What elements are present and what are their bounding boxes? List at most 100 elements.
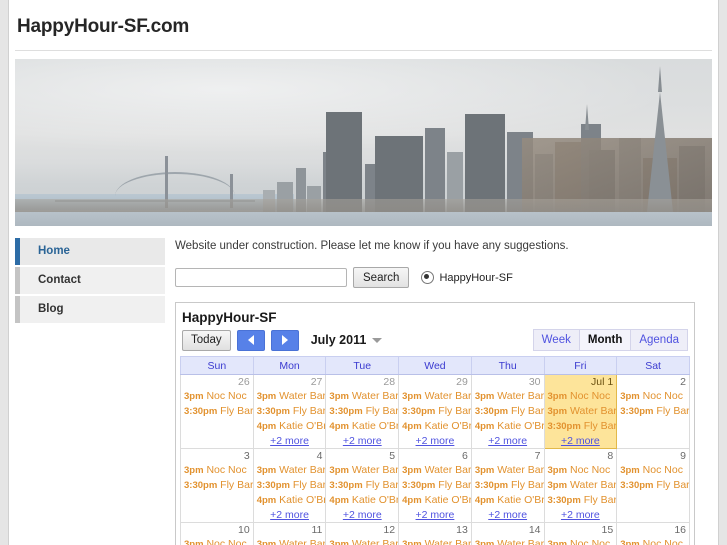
calendar-event[interactable]: 3pm Noc Noc xyxy=(617,537,689,545)
calendar-event[interactable]: 3:30pm Fly Bar xyxy=(254,478,326,493)
calendar-event[interactable]: 4pm Katie O'Bri xyxy=(326,419,398,434)
calendar-event[interactable]: 3pm Noc Noc xyxy=(181,389,253,404)
calendar-event[interactable]: 3pm Water Bar xyxy=(254,389,326,404)
calendar-event[interactable]: 3pm Water Bar xyxy=(254,537,326,545)
calendar-day-cell[interactable]: 15 3pm Noc Noc xyxy=(543,522,618,545)
tab-agenda[interactable]: Agenda xyxy=(631,329,688,351)
calendar-event[interactable]: 3:30pm Fly Bar xyxy=(326,478,398,493)
calendar-day-cell[interactable]: 2 3pm Noc Noc 3:30pm Fly Bar xyxy=(616,374,690,449)
calendar-day-cell[interactable]: 6 3pm Water Bar 3:30pm Fly Bar 4pm Katie O'… xyxy=(398,448,472,523)
calendar-event[interactable]: 3:30pm Fly Bar xyxy=(399,404,471,419)
calendar-event[interactable]: 3pm Noc Noc xyxy=(617,463,689,478)
calendar-event[interactable]: 3pm Water Bar xyxy=(326,389,398,404)
event-name: Noc Noc xyxy=(203,538,247,545)
calendar-day-cell[interactable]: 8 3pm Noc Noc 3pm Water Bar 3:30pm Fly Bar +… xyxy=(543,448,618,523)
calendar-day-cell[interactable]: 26 3pm Noc Noc 3:30pm Fly Bar xyxy=(180,374,254,449)
more-events-link[interactable]: +2 more xyxy=(545,508,617,522)
calendar-event[interactable]: 3pm Noc Noc xyxy=(617,389,689,404)
calendar-event[interactable]: 3:30pm Fly Bar xyxy=(472,404,544,419)
calendar-event[interactable]: 3:30pm Fly Bar xyxy=(617,404,689,419)
calendar-event[interactable]: 3pm Noc Noc xyxy=(545,537,617,545)
more-events-link[interactable]: +2 more xyxy=(254,508,326,522)
calendar-event[interactable]: 3:30pm Fly Bar xyxy=(399,478,471,493)
calendar-day-cell[interactable]: 30 3pm Water Bar 3:30pm Fly Bar 4pm Katie O… xyxy=(470,374,545,449)
calendar-event[interactable]: 3:30pm Fly Bar xyxy=(181,404,253,419)
sidebar-item-contact[interactable]: Contact xyxy=(15,267,165,294)
calendar-day-cell[interactable]: 28 3pm Water Bar 3:30pm Fly Bar 4pm Katie O… xyxy=(325,374,400,449)
calendar-day-cell[interactable]: 27 3pm Water Bar 3:30pm Fly Bar 4pm Katie O… xyxy=(252,374,327,449)
calendar-event[interactable]: 4pm Katie O'Bri xyxy=(472,419,544,434)
calendar-event[interactable]: 3:30pm Fly Bar xyxy=(472,478,544,493)
calendar-event[interactable]: 4pm Katie O'Bri xyxy=(399,419,471,434)
day-number: 13 xyxy=(456,524,468,536)
calendar-event[interactable]: 4pm Katie O'Bri xyxy=(399,493,471,508)
calendar-event[interactable]: 3:30pm Fly Bar xyxy=(545,419,617,434)
calendar-event[interactable]: 4pm Katie O'Bri xyxy=(254,419,326,434)
calendar-day-cell[interactable]: 3 3pm Noc Noc 3:30pm Fly Bar xyxy=(180,448,254,523)
previous-month-button[interactable] xyxy=(236,329,265,351)
calendar-event[interactable]: 3pm Water Bar xyxy=(326,463,398,478)
calendar-event[interactable]: 4pm Katie O'Bri xyxy=(254,493,326,508)
calendar-event[interactable]: 3:30pm Fly Bar xyxy=(545,493,617,508)
next-month-button[interactable] xyxy=(270,329,299,351)
calendar-event[interactable]: 3pm Water Bar xyxy=(472,463,544,478)
chevron-down-icon[interactable] xyxy=(372,337,383,343)
calendar-event[interactable]: 3pm Noc Noc xyxy=(545,389,617,404)
tab-month[interactable]: Month xyxy=(579,329,632,351)
calendar-event[interactable]: 4pm Katie O'Bri xyxy=(326,493,398,508)
calendar-day-cell[interactable]: 12 3pm Water Bar xyxy=(325,522,400,545)
more-events-link[interactable]: +2 more xyxy=(326,508,398,522)
calendar-day-cell[interactable]: Jul 1 3pm Noc Noc 3pm Water Bar 3:30pm Fly … xyxy=(543,374,618,449)
more-events-link[interactable]: +2 more xyxy=(472,508,544,522)
calendar-event[interactable]: 3pm Water Bar xyxy=(545,404,617,419)
calendar-event[interactable]: 3:30pm Fly Bar xyxy=(181,478,253,493)
calendar-event[interactable]: 3:30pm Fly Bar xyxy=(617,478,689,493)
event-time: 3pm xyxy=(547,406,568,417)
calendar-day-cell[interactable]: 16 3pm Noc Noc xyxy=(616,522,690,545)
calendar-event[interactable]: 3:30pm Fly Bar xyxy=(254,404,326,419)
search-input[interactable] xyxy=(175,268,347,287)
more-events-link[interactable]: +2 more xyxy=(399,434,471,448)
event-name: Water Bar xyxy=(276,390,326,402)
calendar-day-cell[interactable]: 5 3pm Water Bar 3:30pm Fly Bar 4pm Katie O'… xyxy=(325,448,400,523)
event-name: Fly Bar xyxy=(289,479,326,491)
sidebar-item-blog[interactable]: Blog xyxy=(15,296,165,323)
calendar-event[interactable]: 4pm Katie O'Bri xyxy=(472,493,544,508)
calendar-event[interactable]: 3pm Water Bar xyxy=(326,537,398,545)
calendar-event[interactable]: 3pm Water Bar xyxy=(472,537,544,545)
more-events-link[interactable]: +2 more xyxy=(254,434,326,448)
calendar-event[interactable]: 3pm Water Bar xyxy=(254,463,326,478)
event-time: 3pm xyxy=(547,480,568,491)
radio-selected-icon[interactable] xyxy=(421,271,435,284)
calendar-day-cell[interactable]: 14 3pm Water Bar xyxy=(470,522,545,545)
more-events-link[interactable]: +2 more xyxy=(545,434,617,448)
calendar-week-row: 26 3pm Noc Noc 3:30pm Fly Bar 27 3pm Water B… xyxy=(180,374,690,449)
tab-week[interactable]: Week xyxy=(532,329,580,351)
search-button[interactable]: Search xyxy=(353,267,410,288)
more-events-link[interactable]: +2 more xyxy=(472,434,544,448)
calendar-day-cell[interactable]: 10 3pm Noc Noc xyxy=(180,522,254,545)
more-events-link[interactable]: +2 more xyxy=(326,434,398,448)
calendar-day-cell[interactable]: 13 3pm Water Bar xyxy=(398,522,472,545)
calendar-event[interactable]: 3pm Noc Noc xyxy=(545,463,617,478)
calendar-toolbar: Today July 2011 Week Month Agenda xyxy=(180,329,690,356)
sidebar-item-home[interactable]: Home xyxy=(15,238,165,265)
search-scope-radio[interactable]: HappyHour-SF xyxy=(421,271,513,284)
calendar-day-cell[interactable]: 29 3pm Water Bar 3:30pm Fly Bar 4pm Katie O… xyxy=(398,374,472,449)
calendar-day-cell[interactable]: 7 3pm Water Bar 3:30pm Fly Bar 4pm Katie O'… xyxy=(470,448,545,523)
weekday-header: Mon xyxy=(252,356,327,375)
calendar-event[interactable]: 3pm Water Bar xyxy=(399,463,471,478)
calendar-event[interactable]: 3pm Water Bar xyxy=(472,389,544,404)
calendar-event[interactable]: 3:30pm Fly Bar xyxy=(326,404,398,419)
calendar-event[interactable]: 3pm Water Bar xyxy=(399,537,471,545)
calendar-event[interactable]: 3pm Noc Noc xyxy=(181,537,253,545)
today-button[interactable]: Today xyxy=(182,329,231,351)
more-events-link[interactable]: +2 more xyxy=(399,508,471,522)
calendar-day-cell[interactable]: 11 3pm Water Bar xyxy=(252,522,327,545)
calendar-event[interactable]: 3pm Noc Noc xyxy=(181,463,253,478)
calendar-day-cell[interactable]: 4 3pm Water Bar 3:30pm Fly Bar 4pm Katie O'… xyxy=(252,448,327,523)
event-name: Katie O'Bri xyxy=(348,420,399,432)
calendar-event[interactable]: 3pm Water Bar xyxy=(545,478,617,493)
calendar-day-cell[interactable]: 9 3pm Noc Noc 3:30pm Fly Bar xyxy=(616,448,690,523)
calendar-event[interactable]: 3pm Water Bar xyxy=(399,389,471,404)
